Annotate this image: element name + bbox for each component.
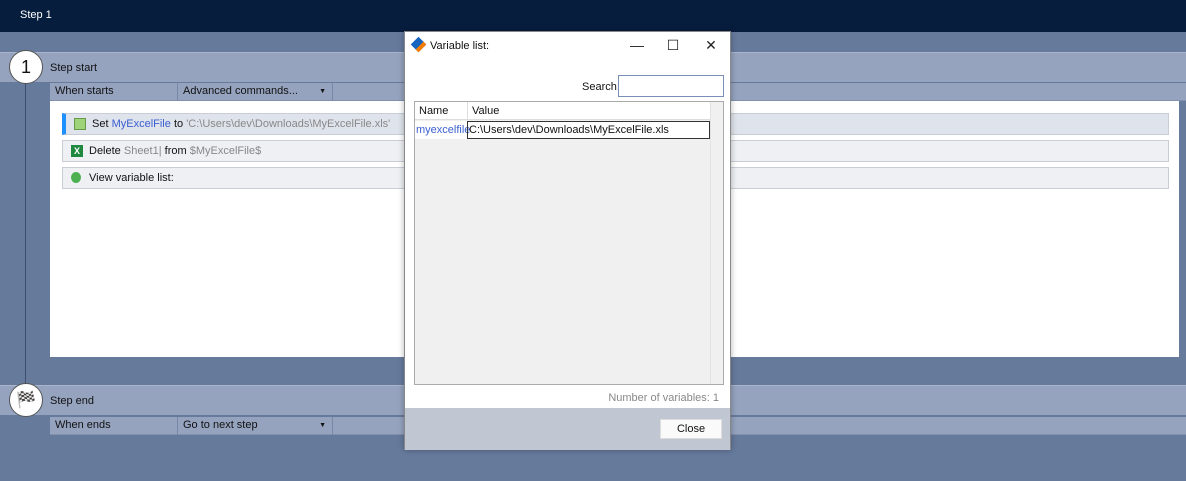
close-button[interactable]: Close xyxy=(660,419,722,439)
cmd-verb: View variable list: xyxy=(89,172,174,184)
dropdown-value: Go to next step xyxy=(183,419,258,431)
flow-line xyxy=(25,82,26,387)
chevron-down-icon: ▼ xyxy=(319,422,326,429)
finish-flag-icon: 🏁 xyxy=(9,383,43,417)
excel-icon: X xyxy=(71,145,83,157)
advanced-commands-dropdown[interactable]: Advanced commands... ▼ xyxy=(178,83,333,101)
app-logo-icon xyxy=(410,36,427,53)
scrollbar[interactable] xyxy=(710,102,723,384)
when-ends-label: When ends xyxy=(50,417,178,435)
cmd-mid: to xyxy=(173,118,184,130)
maximize-icon[interactable]: ☐ xyxy=(658,34,688,56)
variable-list-dialog: Variable list: — ☐ ✕ Search: Name Value … xyxy=(404,31,731,450)
dropdown-value: Advanced commands... xyxy=(183,85,298,97)
bug-icon xyxy=(71,172,81,183)
cmd-verb: Set xyxy=(92,118,109,130)
dialog-footer: Close xyxy=(405,408,730,450)
search-input[interactable] xyxy=(618,75,724,97)
step-number: 1 xyxy=(20,56,31,77)
when-starts-label: When starts xyxy=(50,83,178,101)
minimize-icon[interactable]: — xyxy=(622,34,652,56)
cmd-variable: MyExcelFile xyxy=(111,118,171,130)
close-icon[interactable]: ✕ xyxy=(696,34,726,56)
dialog-title: Variable list: xyxy=(430,40,490,52)
next-step-dropdown[interactable]: Go to next step ▼ xyxy=(178,417,333,435)
cmd-value: $MyExcelFile$ xyxy=(189,145,262,157)
column-header-name[interactable]: Name xyxy=(415,102,468,120)
table-row[interactable]: myexcelfile C:\Users\dev\Downloads\MyExc… xyxy=(415,121,711,139)
window-title: Step 1 xyxy=(20,9,52,21)
cmd-value: 'C:\Users\dev\Downloads\MyExcelFile.xls' xyxy=(186,118,391,130)
variable-value[interactable]: C:\Users\dev\Downloads\MyExcelFile.xls xyxy=(467,121,710,139)
cmd-mid: from xyxy=(164,145,187,157)
search-label: Search: xyxy=(582,81,620,93)
cmd-variable: Sheet1| xyxy=(123,145,162,157)
step-end-label: Step end xyxy=(50,395,95,407)
cmd-verb: Delete xyxy=(89,145,121,157)
variable-count: Number of variables: 1 xyxy=(608,392,719,404)
step-start-label: Step start xyxy=(50,62,98,74)
step-number-badge: 1 xyxy=(9,50,43,84)
column-header-value[interactable]: Value xyxy=(468,102,711,120)
title-bar: Step 1 xyxy=(0,0,1186,32)
variable-table: Name Value myexcelfile C:\Users\dev\Down… xyxy=(414,101,724,385)
chevron-down-icon: ▼ xyxy=(319,88,326,95)
variable-name: myexcelfile xyxy=(416,124,471,136)
set-variable-icon xyxy=(74,118,86,130)
